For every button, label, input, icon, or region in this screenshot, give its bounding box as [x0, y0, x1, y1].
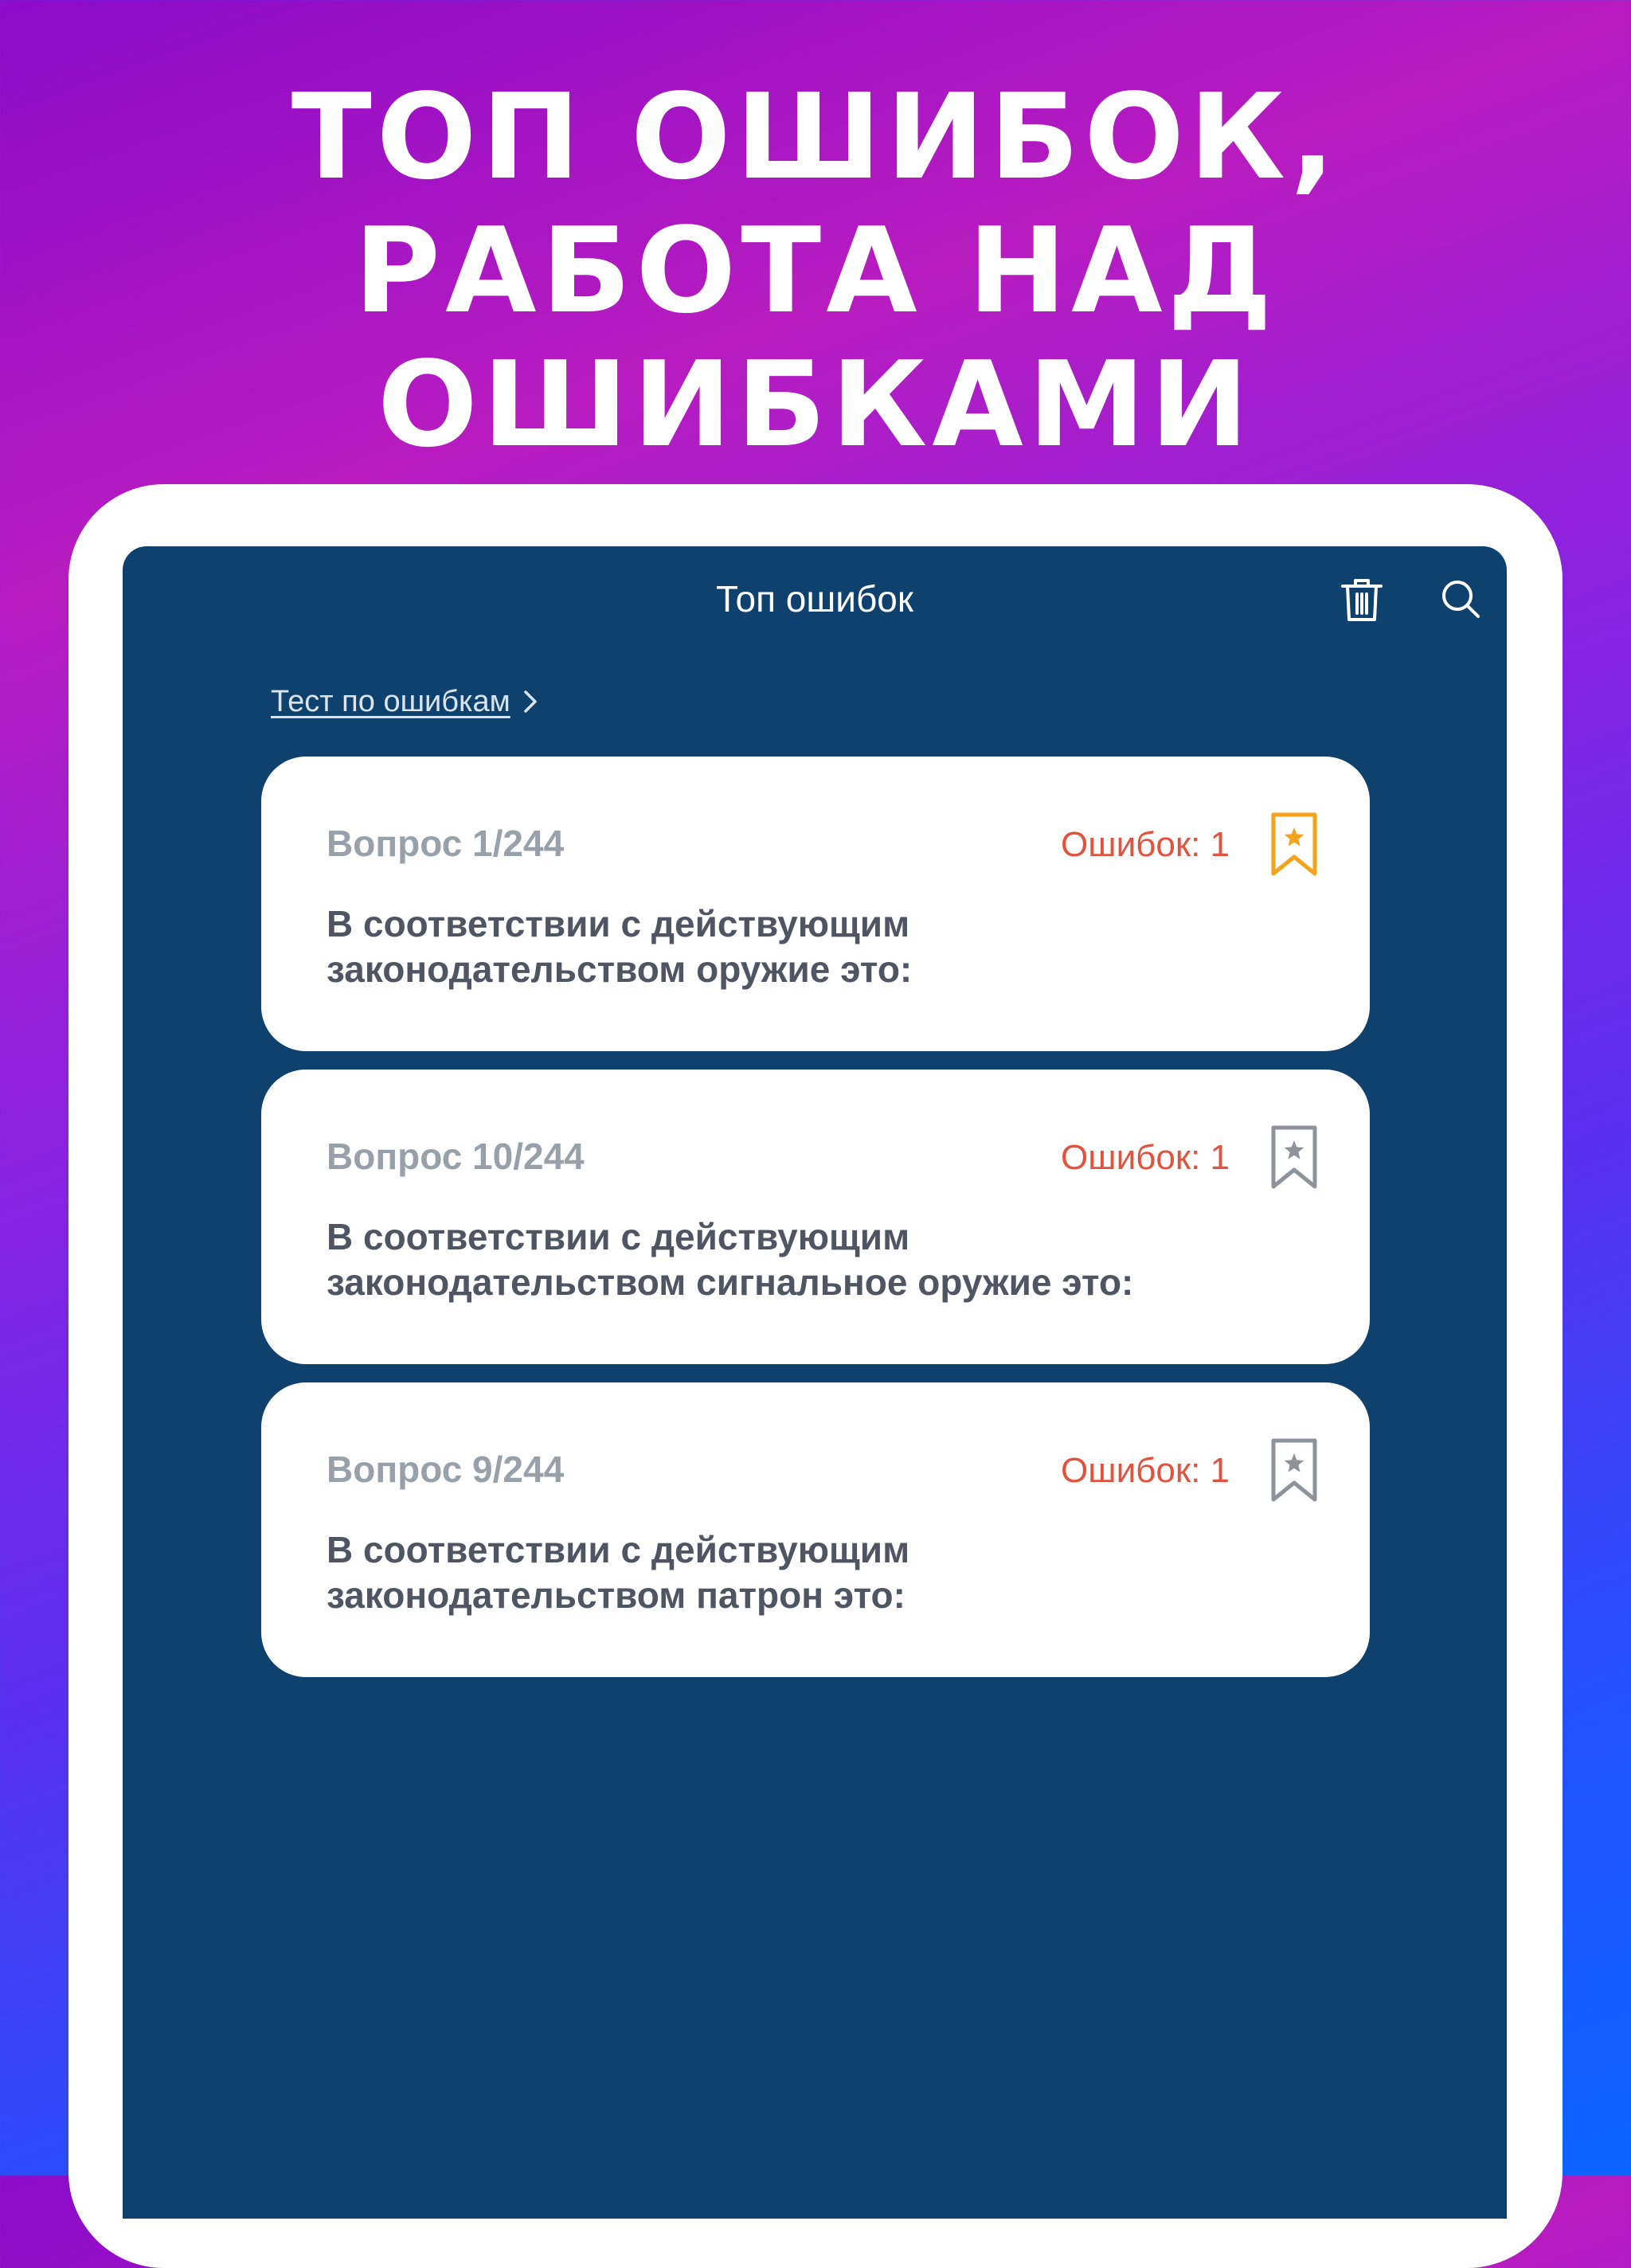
promo-headline: ТОП ОШИБОК, РАБОТА НАД ОШИБКАМИ	[0, 70, 1631, 471]
question-text-line: В соответствии с действующим	[327, 1529, 910, 1570]
promo-headline-line: ТОП ОШИБОК,	[291, 68, 1340, 205]
promo-headline-line: ОШИБКАМИ	[377, 336, 1254, 473]
search-icon	[1442, 581, 1480, 618]
error-count: Ошибок: 1	[1061, 1451, 1230, 1490]
search-button[interactable]	[1437, 573, 1484, 624]
test-link-label: Тест по ошибкам	[271, 685, 510, 718]
bookmark-button[interactable]	[1269, 811, 1319, 878]
bookmark-button[interactable]	[1269, 1437, 1319, 1504]
test-by-mistakes-link[interactable]: Тест по ошибкам	[271, 682, 541, 721]
question-number: Вопрос 10/244	[327, 1136, 585, 1177]
promo-headline-line: РАБОТА НАД	[354, 202, 1277, 339]
bookmark-button[interactable]	[1269, 1124, 1319, 1191]
question-text: В соответствии с действующим законодател…	[327, 1527, 1298, 1618]
question-text: В соответствии с действующим законодател…	[327, 901, 1298, 992]
delete-button[interactable]	[1338, 573, 1386, 624]
nav-title: Топ ошибок	[715, 578, 913, 620]
app-screen: Топ ошибок Тест по ошибкам Вопрос 1/244 …	[123, 546, 1507, 2219]
bookmark-star-icon	[1271, 812, 1317, 876]
question-text-line: В соответствии с действующим	[327, 903, 910, 944]
question-card[interactable]: Вопрос 9/244 Ошибок: 1 В соответствии с …	[261, 1382, 1370, 1677]
question-text-line: законодательством оружие это:	[327, 948, 913, 990]
question-text-line: В соответствии с действующим	[327, 1216, 910, 1257]
question-text-line: законодательством патрон это:	[327, 1574, 905, 1616]
question-number: Вопрос 9/244	[327, 1449, 565, 1490]
question-number: Вопрос 1/244	[327, 823, 565, 864]
question-text: В соответствии с действующим законодател…	[327, 1214, 1298, 1305]
question-card[interactable]: Вопрос 1/244 Ошибок: 1 В соответствии с …	[261, 757, 1370, 1051]
chevron-right-icon	[520, 688, 541, 715]
bookmark-star-icon	[1271, 1125, 1317, 1189]
trash-icon	[1341, 579, 1383, 621]
question-text-line: законодательством сигнальное оружие это:	[327, 1261, 1134, 1303]
bookmark-star-icon	[1271, 1438, 1317, 1502]
question-card[interactable]: Вопрос 10/244 Ошибок: 1 В соответствии с…	[261, 1069, 1370, 1364]
error-count: Ошибок: 1	[1061, 825, 1230, 864]
error-count: Ошибок: 1	[1061, 1138, 1230, 1177]
